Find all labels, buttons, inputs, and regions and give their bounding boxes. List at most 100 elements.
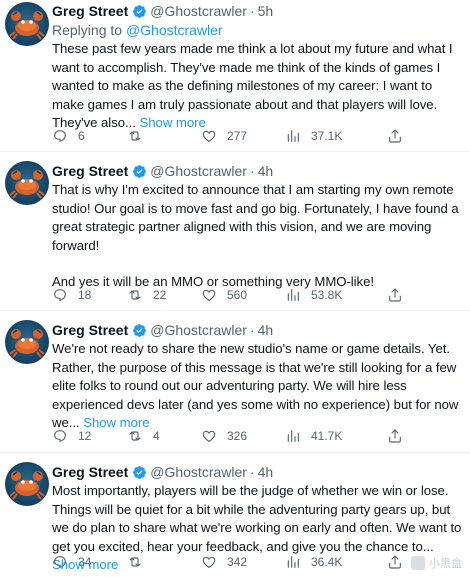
- share-icon: [389, 429, 401, 443]
- share-icon: [389, 129, 401, 143]
- tweet-header: Greg Street @Ghostcrawler · 4h: [52, 162, 462, 180]
- separator: ·: [249, 3, 255, 19]
- reply-count: 12: [78, 429, 92, 443]
- share-button[interactable]: [387, 428, 403, 444]
- views-button[interactable]: 53.8K: [285, 287, 365, 303]
- views-icon: [287, 289, 299, 301]
- crab-avatar-icon: [9, 11, 45, 40]
- reply-button[interactable]: 6: [52, 128, 127, 144]
- reply-count: 6: [78, 129, 85, 143]
- views-count: 53.8K: [311, 288, 343, 302]
- watermark: 小黑盒: [411, 555, 462, 571]
- tweet-text: That is why I'm excited to announce that…: [52, 181, 462, 292]
- tweet-paragraph: These past few years made me think a lot…: [52, 41, 453, 130]
- reply-mention-link[interactable]: @Ghostcrawler: [126, 22, 223, 38]
- tweet-header: Greg Street @Ghostcrawler · 5h: [52, 2, 462, 20]
- like-icon: [202, 130, 216, 142]
- verified-badge-icon: [133, 465, 147, 479]
- views-button[interactable]: 36.4K: [285, 554, 365, 570]
- divider: [0, 151, 470, 152]
- like-button[interactable]: 560: [201, 287, 285, 303]
- tweet-actions: 18 22 560 53.8K: [52, 286, 460, 304]
- reply-icon: [54, 556, 66, 568]
- views-icon: [287, 130, 299, 142]
- retweet-count: 4: [153, 429, 160, 443]
- share-button[interactable]: [387, 128, 403, 144]
- share-button[interactable]: [387, 554, 403, 570]
- views-button[interactable]: 41.7K: [285, 428, 365, 444]
- reply-icon: [54, 289, 66, 301]
- verified-badge-icon: [133, 323, 147, 337]
- timestamp[interactable]: 5h: [258, 2, 274, 20]
- separator: ·: [249, 322, 255, 338]
- watermark-logo-icon: [411, 556, 425, 570]
- like-count: 277: [227, 129, 248, 143]
- display-name[interactable]: Greg Street: [52, 2, 128, 20]
- handle[interactable]: @Ghostcrawler: [150, 162, 247, 180]
- reply-button[interactable]: 18: [52, 287, 127, 303]
- tweet-paragraph: Most importantly, players will be the ju…: [52, 483, 462, 554]
- handle[interactable]: @Ghostcrawler: [150, 2, 247, 20]
- tweet-actions: 12 4 326 41.7K: [52, 427, 460, 445]
- retweet-button[interactable]: [127, 554, 201, 570]
- timestamp[interactable]: 4h: [258, 321, 274, 339]
- retweet-icon: [129, 290, 141, 300]
- handle[interactable]: @Ghostcrawler: [150, 321, 247, 339]
- share-icon: [389, 288, 401, 302]
- separator: ·: [249, 163, 255, 179]
- reply-button[interactable]: 12: [52, 428, 127, 444]
- timestamp[interactable]: 4h: [258, 463, 274, 481]
- reply-button[interactable]: 34: [52, 554, 127, 570]
- tweet-text: These past few years made me think a lot…: [52, 40, 462, 133]
- avatar[interactable]: [5, 320, 49, 364]
- tweet-header: Greg Street @Ghostcrawler · 4h: [52, 463, 462, 481]
- views-count: 36.4K: [311, 555, 343, 569]
- retweet-icon: [129, 431, 141, 441]
- divider: [0, 452, 470, 453]
- views-count: 37.1K: [311, 129, 343, 143]
- display-name[interactable]: Greg Street: [52, 321, 128, 339]
- reply-icon: [54, 130, 66, 142]
- like-count: 326: [227, 429, 248, 443]
- separator: ·: [249, 464, 255, 480]
- avatar[interactable]: [5, 161, 49, 205]
- retweet-count: 22: [153, 288, 167, 302]
- reply-count: 18: [78, 288, 92, 302]
- retweet-button[interactable]: [127, 128, 201, 144]
- tweet-header: Greg Street @Ghostcrawler · 4h: [52, 321, 462, 339]
- crab-avatar-icon: [9, 329, 45, 358]
- like-button[interactable]: 326: [201, 428, 285, 444]
- crab-avatar-icon: [9, 471, 45, 500]
- like-count: 560: [227, 288, 248, 302]
- views-icon: [287, 556, 299, 568]
- retweet-button[interactable]: 22: [127, 287, 201, 303]
- avatar[interactable]: [5, 462, 49, 506]
- views-icon: [287, 430, 299, 442]
- crab-avatar-icon: [9, 170, 45, 199]
- avatar[interactable]: [5, 2, 49, 46]
- like-count: 342: [227, 555, 248, 569]
- timestamp[interactable]: 4h: [258, 162, 274, 180]
- handle[interactable]: @Ghostcrawler: [150, 463, 247, 481]
- retweet-icon: [129, 557, 141, 567]
- watermark-text: 小黑盒: [429, 558, 462, 570]
- reply-count: 34: [78, 555, 92, 569]
- share-icon: [389, 555, 401, 569]
- like-icon: [202, 289, 216, 301]
- like-button[interactable]: 277: [201, 128, 285, 144]
- share-button[interactable]: [387, 287, 403, 303]
- verified-badge-icon: [133, 4, 147, 18]
- reply-icon: [54, 430, 66, 442]
- tweet-text: We're not ready to share the new studio'…: [52, 340, 462, 433]
- views-count: 41.7K: [311, 429, 343, 443]
- like-button[interactable]: 342: [201, 554, 285, 570]
- tweet-actions: 34 342 36.4K: [52, 553, 460, 571]
- display-name[interactable]: Greg Street: [52, 463, 128, 481]
- views-button[interactable]: 37.1K: [285, 128, 365, 144]
- like-icon: [202, 556, 216, 568]
- verified-badge-icon: [133, 164, 147, 178]
- divider: [0, 310, 470, 311]
- display-name[interactable]: Greg Street: [52, 162, 128, 180]
- retweet-icon: [129, 131, 141, 141]
- retweet-button[interactable]: 4: [127, 428, 201, 444]
